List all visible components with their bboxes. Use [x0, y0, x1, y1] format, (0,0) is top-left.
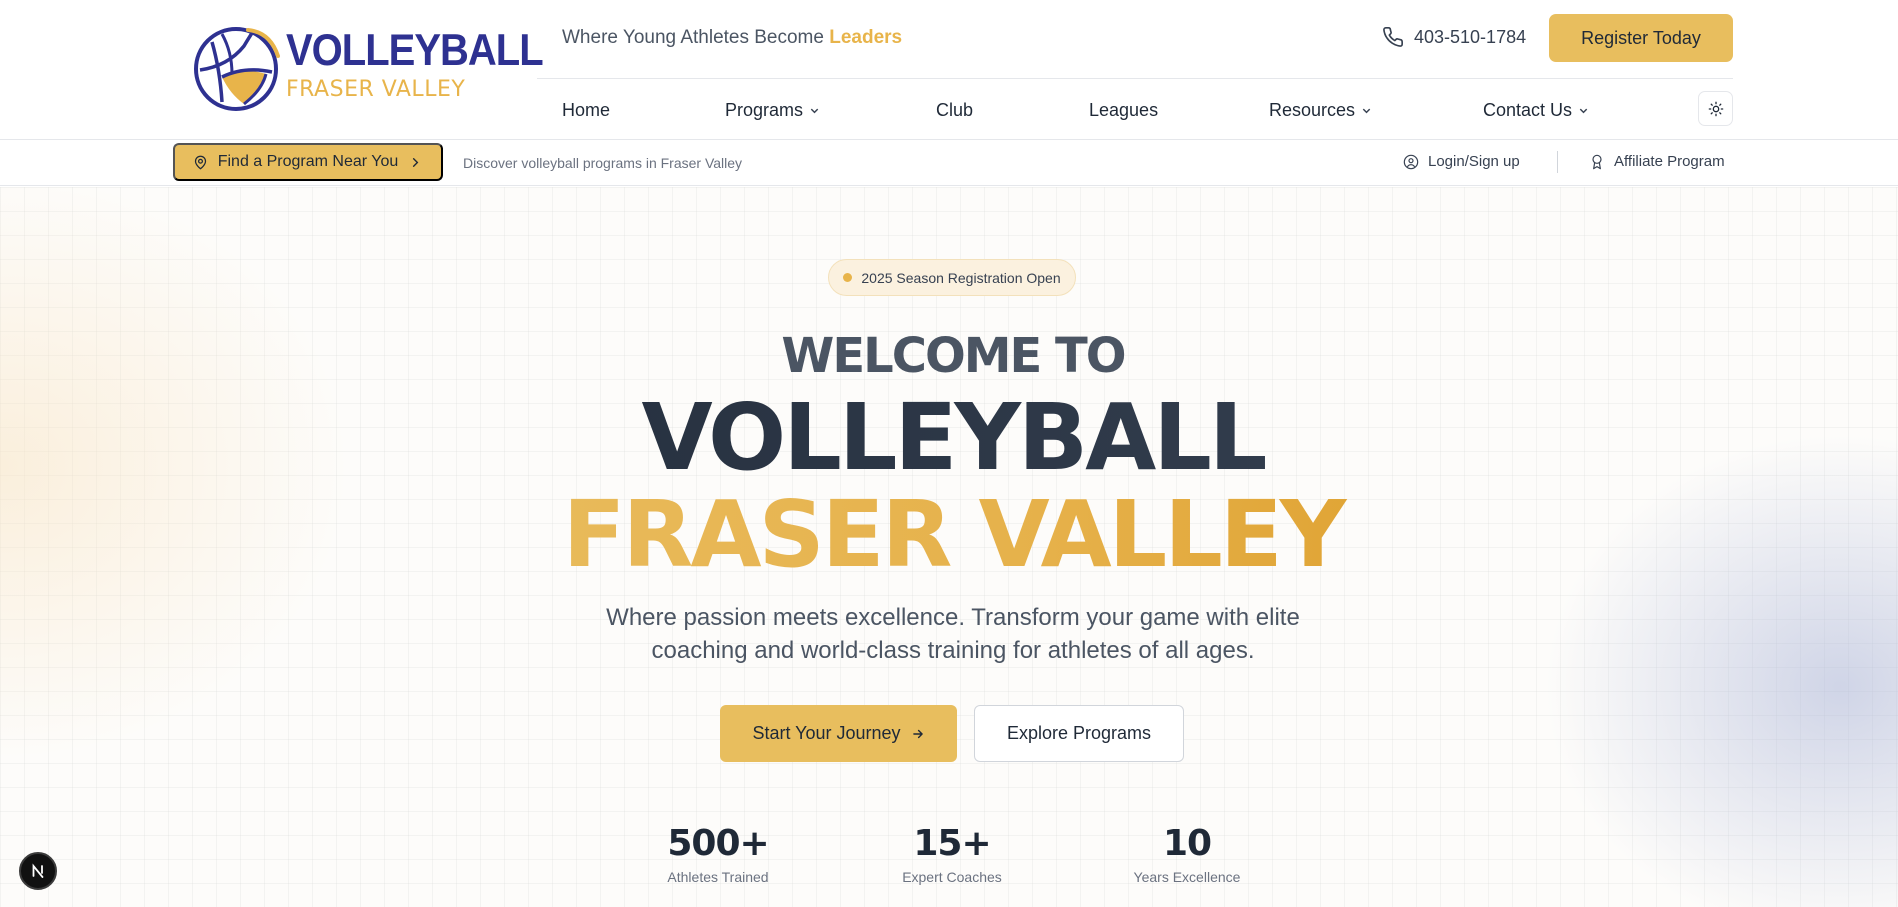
logo-title: VOLLEYBALL: [286, 25, 544, 76]
hero-welcome: WELCOME TO: [781, 328, 1126, 384]
hero-subtitle: Where passion meets excellence. Transfor…: [606, 604, 1300, 664]
registration-badge: 2025 Season Registration Open: [828, 259, 1076, 296]
chevron-down-icon: [810, 108, 819, 114]
stat-value: 15+: [913, 823, 991, 864]
start-journey-label: Start Your Journey: [752, 723, 901, 743]
nav-item-contact[interactable]: Contact Us: [1483, 100, 1589, 121]
stat-value: 500+: [667, 823, 769, 864]
sun-icon: [1708, 101, 1723, 116]
framework-logo-icon: [32, 863, 44, 878]
start-journey-button[interactable]: Start Your Journey: [720, 705, 957, 762]
register-button[interactable]: Register Today: [1549, 14, 1733, 62]
header-tagline: Where Young Athletes Become Leaders: [562, 27, 902, 49]
tagline-accent: Leaders: [829, 27, 903, 48]
phone-link[interactable]: 403-510-1784: [1382, 26, 1526, 48]
chevron-down-icon: [1579, 108, 1588, 114]
stat-label: Expert Coaches: [902, 869, 1002, 885]
stat-years: 10 Years Excellence: [1112, 823, 1262, 885]
stat-label: Athletes Trained: [667, 869, 769, 885]
award-icon: [1592, 154, 1602, 169]
nav-divider: [537, 78, 1733, 79]
stat-athletes: 500+ Athletes Trained: [643, 823, 793, 885]
stat-label: Years Excellence: [1133, 869, 1241, 885]
hero-title-accent: FRASER VALLEY: [0, 484, 1898, 585]
nav-label: Contact Us: [1483, 100, 1573, 120]
phone-icon: [1383, 27, 1403, 47]
affiliate-label: Affiliate Program: [1614, 153, 1725, 170]
hero-section: 2025 Season Registration Open WELCOME TO…: [0, 187, 1898, 907]
main-nav: Home Programs Club Leagues Resources Con…: [0, 80, 1898, 138]
stat-value: 10: [1162, 823, 1212, 864]
status-dot: [843, 273, 853, 282]
nav-label: Club: [936, 100, 974, 120]
hero-title: VOLLEYBALL: [0, 387, 1898, 488]
chevron-right-icon: [413, 157, 419, 167]
login-link[interactable]: Login/Sign up: [1403, 153, 1520, 170]
theme-toggle-button[interactable]: [1698, 91, 1733, 126]
nav-item-club[interactable]: Club: [936, 100, 973, 121]
find-program-label: Find a Program Near You: [217, 153, 399, 170]
sub-header-divider: [1557, 151, 1558, 173]
nav-item-leagues[interactable]: Leagues: [1089, 100, 1158, 121]
nav-label: Resources: [1269, 100, 1356, 120]
nav-item-programs[interactable]: Programs: [725, 100, 820, 121]
find-program-button[interactable]: Find a Program Near You: [173, 143, 443, 181]
nav-label: Home: [562, 100, 611, 120]
sub-header-description: Discover volleyball programs in Fraser V…: [463, 155, 743, 171]
dev-tools-badge[interactable]: [19, 852, 57, 890]
affiliate-link[interactable]: Affiliate Program: [1589, 153, 1725, 170]
phone-number: 403-510-1784: [1414, 26, 1527, 47]
nav-label: Leagues: [1089, 100, 1159, 120]
login-label: Login/Sign up: [1428, 153, 1520, 170]
stat-coaches: 15+ Expert Coaches: [877, 823, 1027, 885]
arrow-right-icon: [912, 729, 923, 738]
chevron-down-icon: [1362, 108, 1371, 114]
nav-item-resources[interactable]: Resources: [1269, 100, 1372, 121]
user-circle-icon: [1403, 154, 1419, 169]
nav-item-home[interactable]: Home: [562, 100, 610, 121]
tagline-text: Where Young Athletes Become: [562, 27, 830, 48]
site-header: VOLLEYBALL FRASER VALLEY Where Young Ath…: [0, 0, 1898, 140]
explore-programs-button[interactable]: Explore Programs: [974, 705, 1184, 762]
badge-label: 2025 Season Registration Open: [861, 269, 1061, 286]
nav-label: Programs: [725, 100, 804, 120]
map-pin-icon: [194, 155, 206, 169]
sub-header-bar: Find a Program Near You Discover volleyb…: [0, 140, 1898, 186]
